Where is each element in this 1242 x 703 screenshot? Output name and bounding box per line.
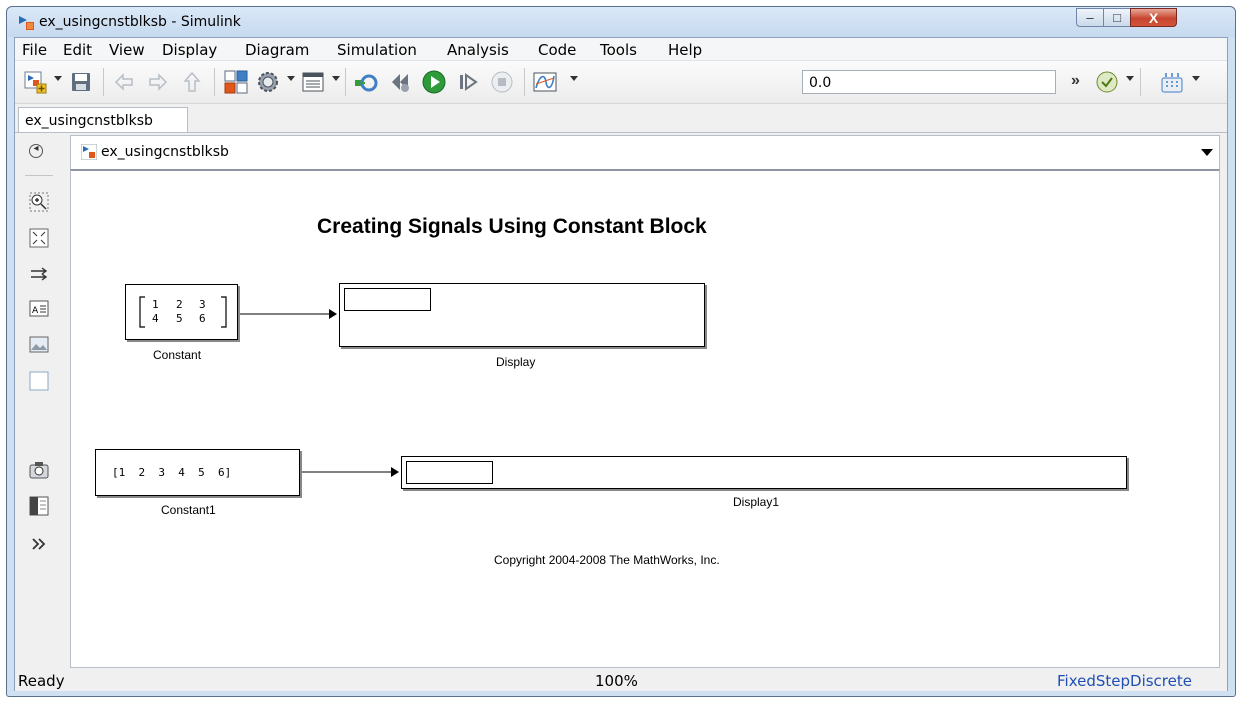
build-dropdown-icon[interactable] (1192, 76, 1200, 81)
matrix-value: 2 (176, 298, 183, 311)
menu-bar: File Edit View Display Diagram Simulatio… (15, 38, 1227, 61)
breadcrumb-dropdown-icon[interactable] (1201, 149, 1213, 156)
separator (1140, 68, 1141, 96)
close-icon: X (1148, 10, 1159, 26)
back-icon[interactable] (112, 70, 136, 94)
model-settings-icon[interactable] (256, 70, 280, 94)
display1-value-box (406, 461, 493, 484)
zoom-level: 100% (595, 672, 638, 690)
menu-analysis[interactable]: Analysis (447, 41, 509, 59)
model-canvas[interactable]: Creating Signals Using Constant Block 1 … (70, 169, 1220, 668)
new-model-icon[interactable] (23, 70, 47, 94)
update-model-icon[interactable] (354, 70, 378, 94)
save-icon[interactable] (69, 70, 93, 94)
stop-time-field[interactable]: 0.0 (802, 70, 1056, 94)
more-icon[interactable] (29, 534, 49, 554)
display-block[interactable] (339, 283, 705, 347)
menu-display[interactable]: Display (162, 41, 217, 59)
up-icon[interactable] (180, 70, 204, 94)
matrix-value: 4 (152, 312, 159, 325)
build-icon[interactable] (1160, 70, 1184, 94)
scope-icon[interactable] (533, 70, 557, 94)
menu-code[interactable]: Code (538, 41, 576, 59)
separator (345, 68, 346, 96)
solver-link[interactable]: FixedStepDiscrete (1057, 672, 1192, 690)
menu-simulation[interactable]: Simulation (337, 41, 417, 59)
palette-separator (25, 175, 53, 176)
maximize-button[interactable]: □ (1103, 8, 1131, 27)
check-icon[interactable] (1095, 70, 1119, 94)
model-browser-icon[interactable] (29, 496, 49, 516)
status-text: Ready (18, 672, 65, 690)
window-title: ex_usingcnstblksb - Simulink (39, 14, 241, 30)
menu-diagram[interactable]: Diagram (245, 41, 309, 59)
client-area: File Edit View Display Diagram Simulatio… (14, 37, 1228, 691)
address-bar: ◂ ex_usingcnstblksb (15, 133, 1227, 169)
svg-text:A: A (32, 306, 39, 316)
image-icon[interactable] (29, 335, 49, 355)
settings-dropdown-icon[interactable] (287, 76, 295, 81)
model-tabs: ex_usingcnstblksb (15, 104, 1227, 133)
constant-label[interactable]: Constant (153, 348, 201, 362)
toolbar: 0.0 » (15, 61, 1227, 104)
signal-lines (238, 309, 399, 477)
menu-view[interactable]: View (109, 41, 145, 59)
display-value-box (344, 288, 431, 311)
step-back-icon[interactable] (388, 70, 412, 94)
explorer-dropdown-icon[interactable] (332, 76, 340, 81)
check-dropdown-icon[interactable] (1126, 76, 1134, 81)
simulink-window: ex_usingcnstblksb - Simulink – □ X File … (6, 6, 1236, 697)
close-button[interactable]: X (1130, 8, 1177, 27)
simulink-app-icon (19, 16, 34, 30)
run-icon[interactable] (422, 70, 446, 94)
constant1-label[interactable]: Constant1 (161, 503, 216, 517)
title-bar[interactable]: ex_usingcnstblksb - Simulink – □ X (7, 7, 1235, 37)
snapshot-icon[interactable] (29, 460, 49, 480)
menu-help[interactable]: Help (668, 41, 702, 59)
separator (214, 68, 215, 96)
tab-model[interactable]: ex_usingcnstblksb (18, 107, 188, 132)
new-dropdown-icon[interactable] (54, 76, 62, 81)
step-forward-icon[interactable] (456, 70, 480, 94)
menu-edit[interactable]: Edit (63, 41, 92, 59)
library-browser-icon[interactable] (224, 70, 248, 94)
display-label[interactable]: Display (496, 355, 535, 369)
hide-explorer-bar-button[interactable]: ◂ (29, 143, 43, 158)
matrix-value: 1 (152, 298, 159, 311)
separator (103, 68, 104, 96)
zoom-icon[interactable] (29, 192, 49, 212)
status-bar: Ready 100% FixedStepDiscrete (15, 668, 1227, 691)
forward-icon[interactable] (146, 70, 170, 94)
matrix-value: 6 (199, 312, 206, 325)
model-explorer-icon[interactable] (301, 70, 325, 94)
maximize-icon: □ (1113, 10, 1121, 25)
stop-icon[interactable] (490, 70, 514, 94)
menu-file[interactable]: File (22, 41, 47, 59)
scope-dropdown-icon[interactable] (570, 76, 578, 81)
matrix-value: 3 (199, 298, 206, 311)
minimize-icon: – (1086, 10, 1094, 25)
model-icon (81, 144, 97, 160)
breadcrumb[interactable]: ex_usingcnstblksb (70, 135, 1220, 169)
separator (524, 68, 525, 96)
display1-label[interactable]: Display1 (733, 495, 779, 509)
breadcrumb-label: ex_usingcnstblksb (101, 144, 229, 160)
back-arrow-icon: ◂ (33, 143, 39, 154)
tool-palette: A (15, 169, 67, 668)
menu-tools[interactable]: Tools (600, 41, 637, 59)
copyright-annotation: Copyright 2004-2008 The MathWorks, Inc. (494, 553, 720, 567)
constant1-block[interactable]: [1 2 3 4 5 6] (95, 449, 300, 496)
route-lines-icon[interactable] (29, 264, 49, 284)
constant1-value: [1 2 3 4 5 6] (112, 466, 232, 479)
constant-block[interactable]: 1 2 3 4 5 6 (125, 284, 238, 340)
toolbar-overflow-icon[interactable]: » (1071, 72, 1080, 90)
fit-view-icon[interactable] (29, 228, 49, 248)
area-icon[interactable] (29, 371, 49, 391)
matrix-value: 5 (176, 312, 183, 325)
annotation-icon[interactable]: A (29, 299, 49, 319)
minimize-button[interactable]: – (1076, 8, 1104, 27)
display1-block[interactable] (401, 456, 1127, 489)
